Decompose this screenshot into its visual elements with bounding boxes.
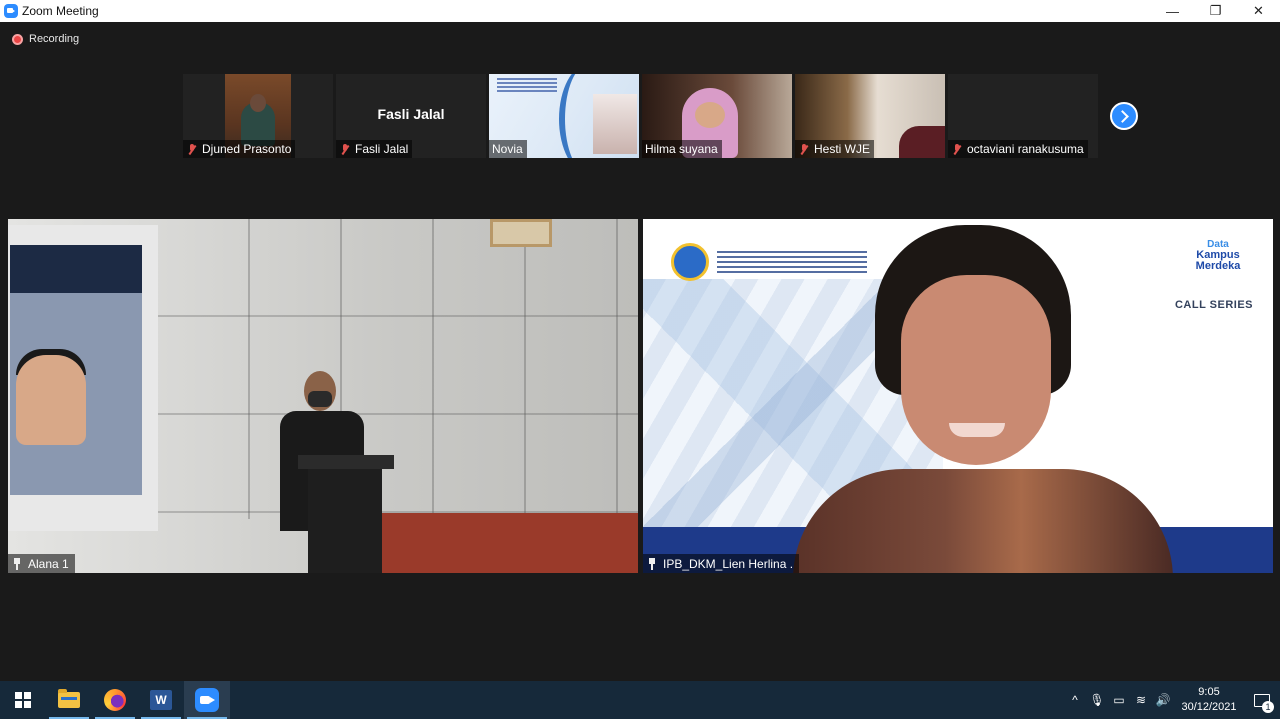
participant-name: octaviani ranakusuma	[967, 142, 1084, 156]
windows-logo-icon	[15, 692, 31, 708]
participant-figure	[899, 126, 945, 158]
battery-icon[interactable]: ▭	[1108, 681, 1130, 719]
clock-time: 9:05	[1198, 686, 1220, 698]
ministry-logo-text	[717, 251, 867, 273]
participant-name-bar: Hesti WJE	[795, 140, 875, 158]
participant-name: Hilma suyana	[645, 142, 718, 156]
video-name-label: Alana 1	[8, 554, 75, 573]
start-button[interactable]	[0, 681, 46, 719]
window-title: Zoom Meeting	[22, 4, 99, 18]
participant-head	[250, 94, 266, 112]
slide-building-image	[593, 94, 637, 154]
wifi-icon[interactable]: ≋	[1130, 681, 1152, 719]
mic-muted-icon	[339, 143, 351, 156]
system-clock[interactable]: 9:05 30/12/2021	[1174, 685, 1244, 715]
participant-display-name: Fasli Jalal	[377, 106, 445, 122]
zoom-app-icon	[4, 4, 18, 18]
projected-top	[10, 245, 142, 293]
folder-icon	[58, 689, 80, 708]
participant-strip: Djuned Prasonto Fasli Jalal Fasli Jalal …	[183, 74, 1098, 158]
participant-name: Djuned Prasonto	[202, 142, 292, 156]
recording-label: Recording	[29, 33, 80, 45]
video-name: Alana 1	[28, 556, 69, 571]
participant-tile-hesti[interactable]: Hesti WJE	[795, 74, 945, 158]
participant-name-bar: Hilma suyana	[642, 140, 722, 158]
mic-muted-icon	[798, 143, 810, 156]
taskbar-zoom[interactable]	[184, 681, 230, 719]
podium-top	[298, 455, 394, 469]
restore-button[interactable]: ❐	[1194, 0, 1237, 22]
participant-tile-novia[interactable]: Novia	[489, 74, 639, 158]
participant-tile-hilma[interactable]: Hilma suyana	[642, 74, 792, 158]
projected-person-face	[16, 355, 86, 445]
participant-face	[695, 102, 725, 128]
participant-body	[793, 469, 1173, 573]
pin-icon	[647, 557, 657, 570]
windows-taskbar: W ^ 🎙 ▭ ≋ 🔊 9:05 30/12/2021 1	[0, 681, 1280, 719]
participant-name-bar: octaviani ranakusuma	[948, 140, 1088, 158]
video-name: IPB_DKM_Lien Herlina .	[663, 556, 794, 571]
speaker-mask	[308, 391, 332, 407]
clock-date: 30/12/2021	[1181, 701, 1237, 713]
call-series-label: CALL SERIES	[1174, 299, 1253, 311]
participant-tile-fasli[interactable]: Fasli Jalal Fasli Jalal	[336, 74, 486, 158]
taskbar-file-explorer[interactable]	[46, 681, 92, 719]
window-controls: — ❐ ✕	[1151, 0, 1280, 22]
participant-name-bar: Djuned Prasonto	[183, 140, 296, 158]
participant-tile-djuned[interactable]: Djuned Prasonto	[183, 74, 333, 158]
participant-name-bar: Novia	[489, 140, 527, 158]
recording-indicator[interactable]: Recording	[12, 33, 79, 45]
participant-name: Hesti WJE	[814, 142, 871, 156]
title-bar: Zoom Meeting — ❐ ✕	[0, 0, 1280, 22]
mic-muted-icon	[951, 143, 963, 156]
participant-name-bar: Fasli Jalal	[336, 140, 413, 158]
pin-icon	[12, 557, 22, 570]
system-tray: ^ 🎙 ▭ ≋ 🔊 9:05 30/12/2021 1	[1064, 681, 1280, 719]
taskbar-firefox[interactable]	[92, 681, 138, 719]
taskbar-word[interactable]: W	[138, 681, 184, 719]
notification-center-button[interactable]: 1	[1244, 681, 1280, 719]
mic-muted-icon	[186, 143, 198, 156]
close-button[interactable]: ✕	[1237, 0, 1280, 22]
ministry-logo	[671, 243, 709, 281]
participant-name: Novia	[492, 142, 523, 156]
podium	[308, 469, 382, 573]
notification-count: 1	[1262, 701, 1274, 713]
firefox-icon	[104, 689, 126, 711]
next-page-arrow-icon[interactable]	[1110, 102, 1138, 130]
word-icon: W	[150, 690, 172, 710]
brand-logo: Data Kampus Merdeka	[1183, 239, 1253, 272]
video-name-label: IPB_DKM_Lien Herlina .	[643, 554, 800, 573]
main-video-right[interactable]: Data Kampus Merdeka CALL SERIES IPB_DKM_…	[643, 219, 1273, 573]
participant-smile	[949, 423, 1005, 437]
microphone-icon[interactable]: 🎙	[1086, 681, 1108, 719]
show-hidden-icons-chevron-icon[interactable]: ^	[1064, 681, 1086, 719]
participant-name: Fasli Jalal	[355, 142, 409, 156]
zoom-icon	[195, 688, 219, 712]
participant-tile-octaviani[interactable]: octaviani ranakusuma	[948, 74, 1098, 158]
volume-icon[interactable]: 🔊	[1152, 681, 1174, 719]
main-video-left[interactable]: Alana 1	[8, 219, 638, 573]
wall-panels	[158, 219, 638, 519]
slide-headline	[497, 78, 557, 94]
projected-image	[10, 245, 142, 495]
minimize-button[interactable]: —	[1151, 0, 1194, 22]
brand-line-3: Merdeka	[1195, 260, 1241, 272]
recording-icon	[12, 33, 23, 45]
projector-screen	[8, 225, 158, 531]
wall-photo	[490, 219, 552, 247]
